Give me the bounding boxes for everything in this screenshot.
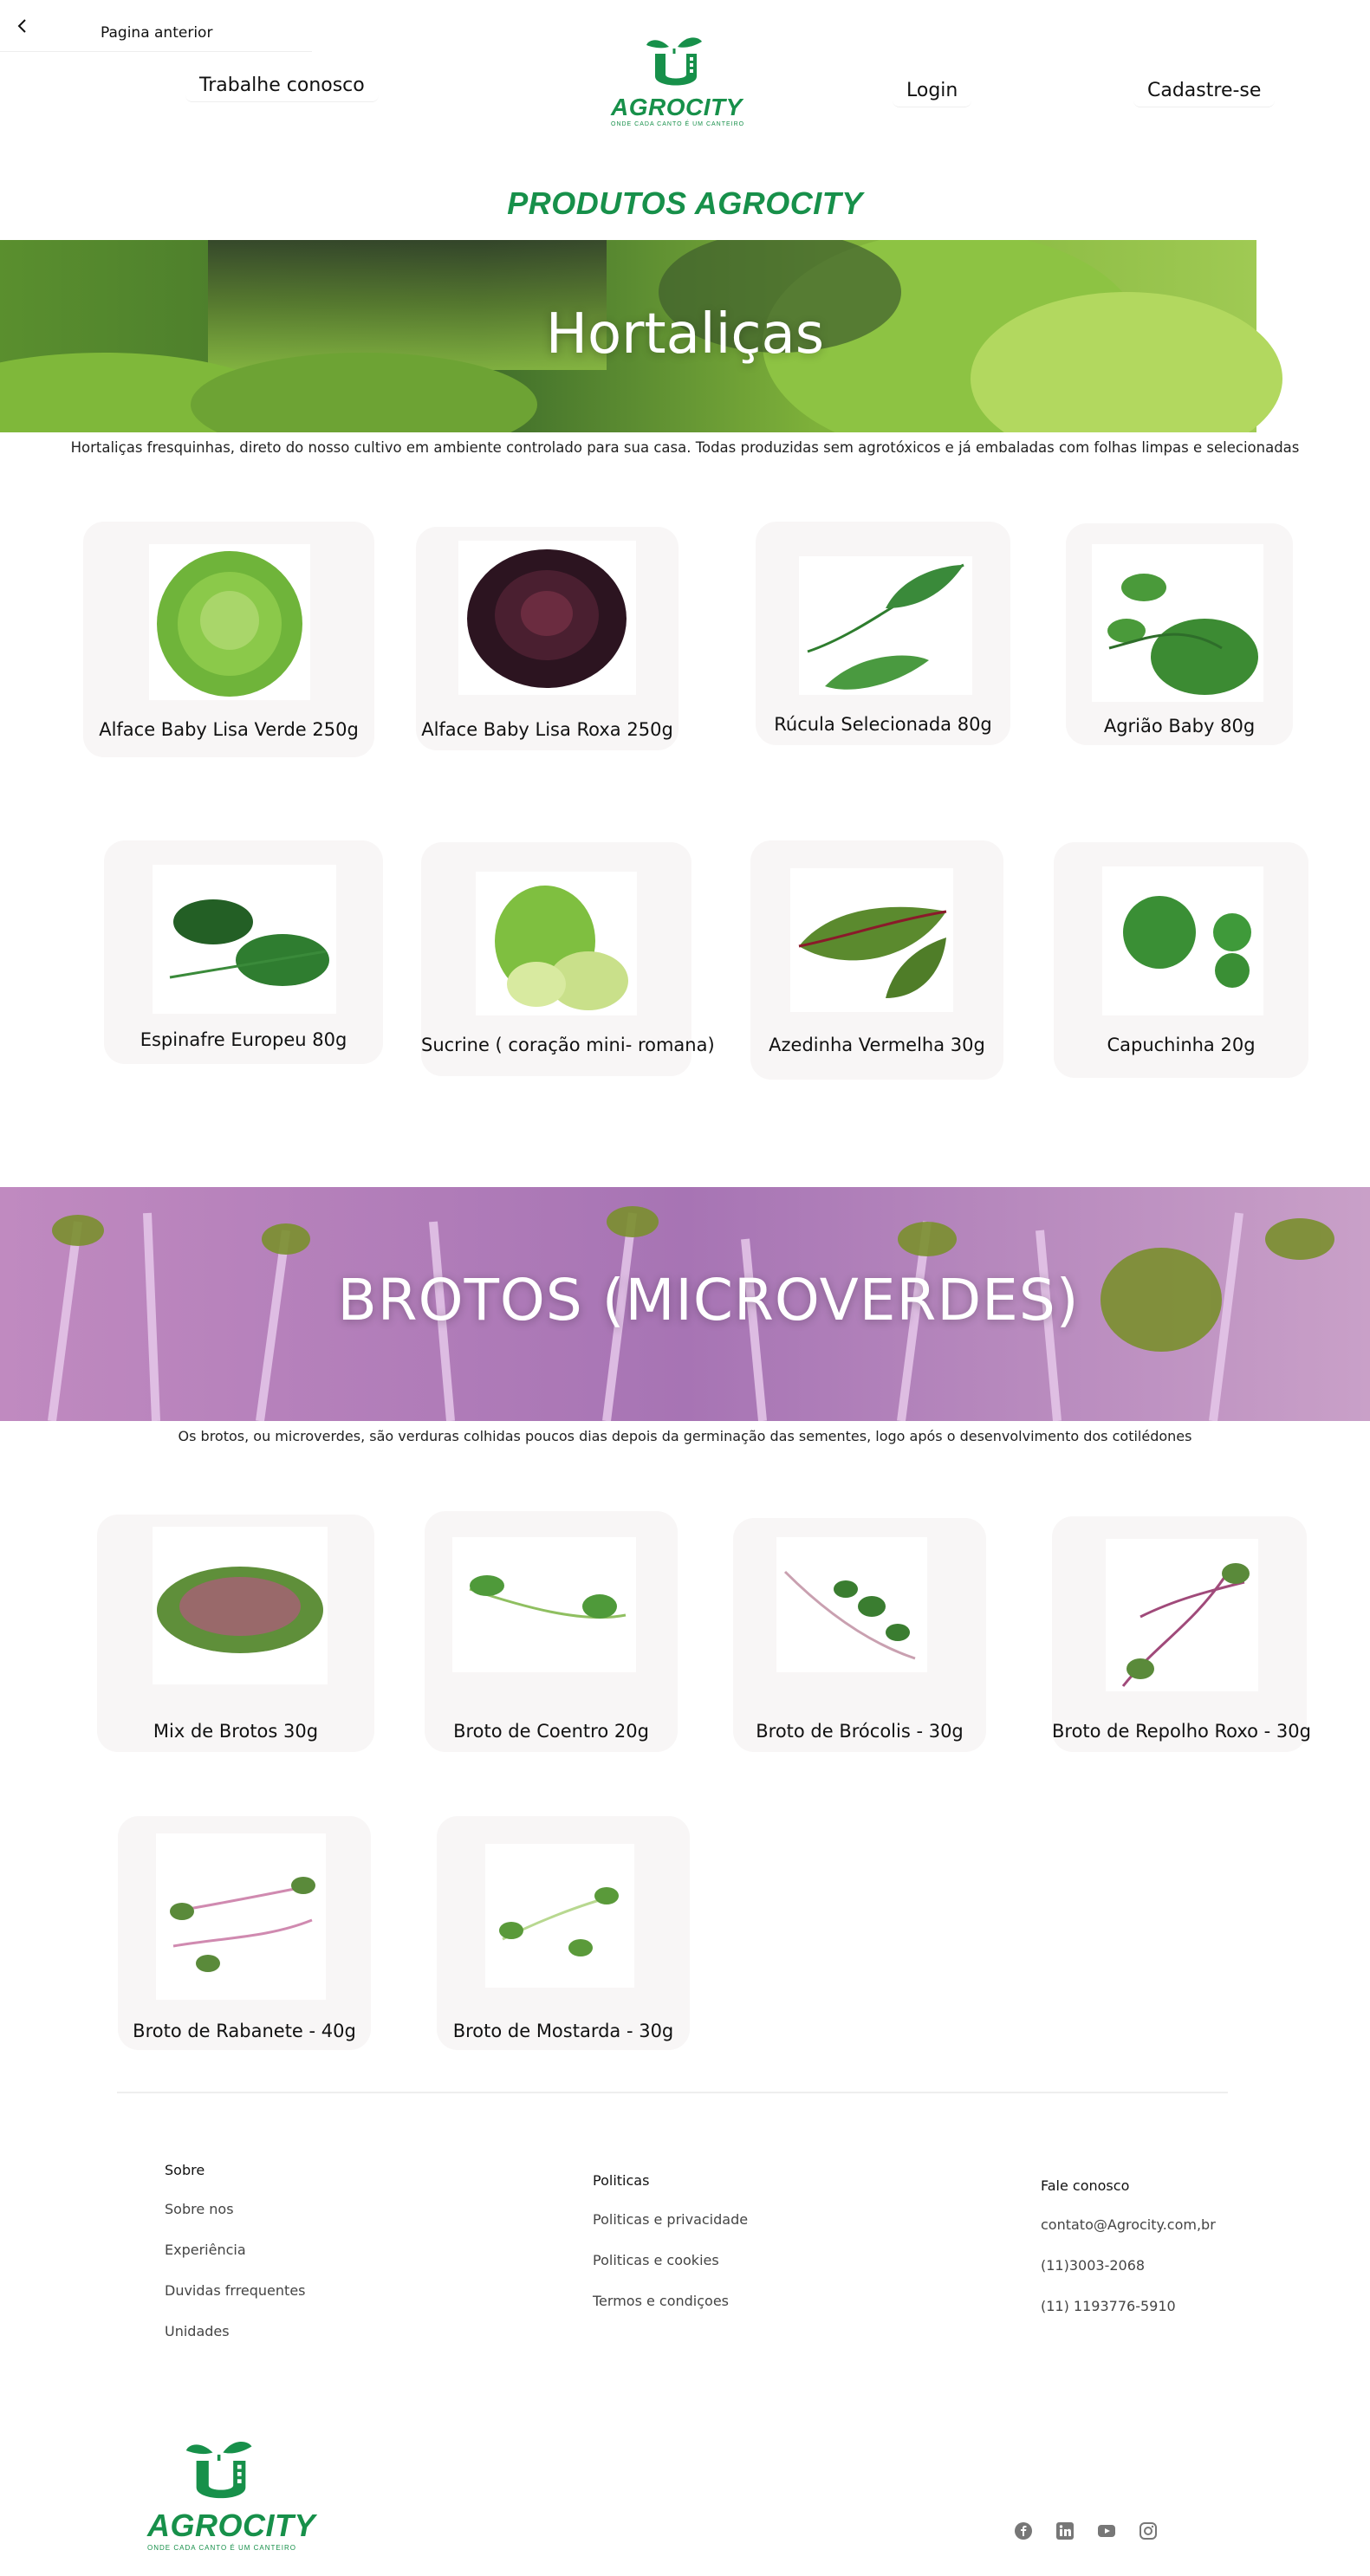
product-name: Alface Baby Lisa Verde 250g <box>99 719 359 740</box>
login-link[interactable]: Login <box>893 75 972 107</box>
nasturtium-image <box>1123 896 1251 988</box>
product-card[interactable]: Broto de Repolho Roxo - 30g <box>1052 1516 1311 1752</box>
product-card[interactable]: Alface Baby Lisa Verde 250g <box>83 522 374 757</box>
header-logo[interactable]: AGROCITY ONDE CADA CANTO É UM CANTEIRO <box>611 35 745 127</box>
back-link[interactable]: Pagina anterior <box>0 0 312 52</box>
product-card[interactable]: Sucrine ( coração mini- romana) <box>421 842 715 1076</box>
footer-link[interactable]: Experiência <box>165 2242 306 2258</box>
logo-tagline: ONDE CADA CANTO É UM CANTEIRO <box>147 2544 296 2552</box>
product-name: Broto de Mostarda - 30g <box>452 2021 674 2041</box>
work-with-us-link[interactable]: Trabalhe conosco <box>185 69 379 102</box>
product-card[interactable]: Espinafre Europeu 80g <box>104 840 383 1064</box>
youtube-icon[interactable] <box>1097 2521 1116 2540</box>
sucrine-image <box>495 886 628 1010</box>
product-name: Rúcula Selecionada 80g <box>774 714 992 735</box>
back-label: Pagina anterior <box>101 24 213 42</box>
watercress-image <box>1107 574 1258 695</box>
product-card[interactable]: Alface Baby Lisa Roxa 250g <box>416 527 679 750</box>
radish-sprout-image <box>170 1877 315 1972</box>
product-name: Agrião Baby 80g <box>1103 716 1256 736</box>
hortalicas-description: Hortaliças fresquinhas, direto do nosso … <box>70 439 1300 456</box>
brotos-description: Os brotos, ou microverdes, são verduras … <box>178 1428 1192 1444</box>
product-name: Capuchinha 20g <box>1107 1035 1256 1055</box>
sprouts-mix-image <box>157 1567 323 1653</box>
product-card[interactable]: Rúcula Selecionada 80g <box>756 522 1010 745</box>
product-card[interactable]: Azedinha Vermelha 30g <box>750 840 1003 1080</box>
footer-contact-phone[interactable]: (11) 1193776-5910 <box>1041 2298 1216 2314</box>
footer-divider <box>117 2092 1228 2093</box>
product-card[interactable]: Broto de Mostarda - 30g <box>437 1816 690 2050</box>
social-links <box>1014 2521 1158 2540</box>
footer-heading: Fale conosco <box>1041 2177 1130 2194</box>
broccoli-sprout-image <box>783 1570 916 1660</box>
signup-link[interactable]: Cadastre-se <box>1133 75 1276 107</box>
coriander-sprout-image <box>469 1575 627 1619</box>
footer-contact-phone[interactable]: (11)3003-2068 <box>1041 2257 1216 2274</box>
instagram-icon[interactable] <box>1139 2521 1158 2540</box>
green-lettuce-image <box>157 551 302 697</box>
linkedin-icon[interactable] <box>1055 2521 1075 2540</box>
chevron-left-icon <box>17 19 26 33</box>
product-name: Broto de Repolho Roxo - 30g <box>1052 1721 1311 1742</box>
logo-name: AGROCITY <box>147 2508 316 2543</box>
product-name: Broto de Rabanete - 40g <box>133 2021 356 2041</box>
red-sorrel-image <box>798 906 947 998</box>
product-card[interactable]: Broto de Brócolis - 30g <box>733 1518 986 1752</box>
footer-link[interactable]: Sobre nos <box>165 2201 306 2217</box>
spinach-image <box>169 899 329 986</box>
product-card[interactable]: Agrião Baby 80g <box>1066 523 1293 745</box>
hortalicas-banner: Hortaliças <box>0 240 1370 432</box>
footer-heading: Politicas <box>593 2172 650 2189</box>
footer-heading: Sobre <box>165 2162 205 2178</box>
footer-col-contato: Fale conosco contato@Agrocity.com,br (11… <box>1041 2177 1216 2314</box>
page-title: PRODUTOS AGROCITY <box>507 185 863 221</box>
footer-link[interactable]: Duvidas frrequentes <box>165 2282 306 2299</box>
logo-tagline: ONDE CADA CANTO É UM CANTEIRO <box>611 121 745 127</box>
brotos-banner: BROTOS (MICROVERDES) <box>0 1187 1370 1421</box>
agrocity-logo-icon <box>185 2442 252 2499</box>
hortalicas-title: Hortaliças <box>545 302 825 367</box>
facebook-icon[interactable] <box>1014 2521 1033 2540</box>
product-name: Mix de Brotos 30g <box>153 1721 319 1742</box>
arugula-image <box>807 563 964 690</box>
product-name: Espinafre Europeu 80g <box>140 1029 347 1050</box>
mustard-sprout-image <box>499 1887 619 1956</box>
footer-link[interactable]: Politicas e cookies <box>593 2252 748 2268</box>
footer-link[interactable]: Politicas e privacidade <box>593 2211 748 2228</box>
product-card[interactable]: Mix de Brotos 30g <box>97 1515 374 1752</box>
product-name: Sucrine ( coração mini- romana) <box>421 1035 715 1055</box>
footer-col-sobre: Sobre Sobre nos Experiência Duvidas frre… <box>165 2162 306 2339</box>
product-card[interactable]: Capuchinha 20g <box>1054 842 1308 1078</box>
red-cabbage-sprout-image <box>1121 1563 1250 1687</box>
footer-logo[interactable]: AGROCITY ONDE CADA CANTO É UM CANTEIRO <box>147 2438 316 2552</box>
logo-name: AGROCITY <box>611 94 743 120</box>
footer-col-politicas: Politicas Politicas e privacidade Politi… <box>593 2172 748 2309</box>
footer-link[interactable]: Unidades <box>165 2323 306 2339</box>
purple-lettuce-image <box>467 549 627 688</box>
product-name: Broto de Coentro 20g <box>453 1721 649 1742</box>
product-card[interactable]: Broto de Coentro 20g <box>425 1511 678 1752</box>
product-name: Azedinha Vermelha 30g <box>769 1035 985 1055</box>
product-name: Broto de Brócolis - 30g <box>756 1721 964 1742</box>
footer-contact-email[interactable]: contato@Agrocity.com,br <box>1041 2216 1216 2233</box>
agrocity-logo-icon <box>646 37 702 86</box>
brotos-title: BROTOS (MICROVERDES) <box>337 1267 1080 1333</box>
product-card[interactable]: Broto de Rabanete - 40g <box>118 1816 371 2050</box>
footer-link[interactable]: Termos e condiçoes <box>593 2293 748 2309</box>
product-name: Alface Baby Lisa Roxa 250g <box>421 719 673 740</box>
